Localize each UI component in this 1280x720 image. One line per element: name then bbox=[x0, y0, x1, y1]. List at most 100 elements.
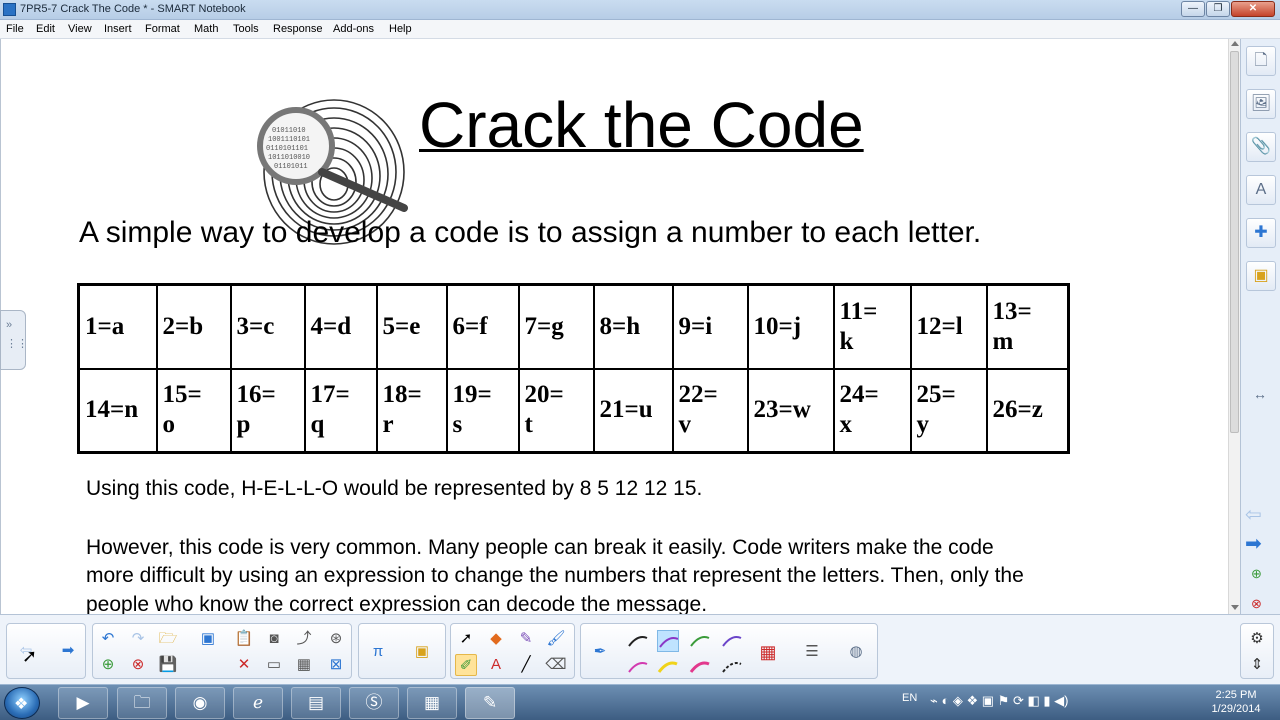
table-cell: 4=d bbox=[303, 283, 378, 370]
start-button[interactable]: ❖ bbox=[4, 687, 40, 719]
explanation-line-2[interactable]: more difficult by using an expression to… bbox=[86, 564, 1024, 588]
scroll-thumb[interactable] bbox=[1230, 51, 1239, 433]
response-tab[interactable]: ▣ bbox=[1246, 261, 1276, 291]
pen-style-black[interactable] bbox=[627, 630, 649, 652]
vertical-scrollbar[interactable] bbox=[1228, 39, 1240, 614]
explanation-line-1[interactable]: However, this code is very common. Many … bbox=[86, 536, 994, 560]
menu-tools[interactable]: Tools bbox=[233, 23, 259, 35]
example-paragraph[interactable]: Using this code, H-E-L-L-O would be repr… bbox=[86, 477, 702, 501]
minimize-button[interactable]: — bbox=[1181, 1, 1205, 17]
response-toolbar-icon[interactable]: ▣ bbox=[411, 641, 433, 663]
pen-style-dashed[interactable] bbox=[721, 656, 743, 678]
resize-arrows-icon[interactable]: ↔ bbox=[1253, 386, 1267, 402]
file-explorer-icon[interactable]: 🗀 bbox=[117, 687, 167, 719]
pen-style-green[interactable] bbox=[689, 630, 711, 652]
page-subtitle[interactable]: A simple way to develop a code is to ass… bbox=[79, 216, 981, 250]
menu-view[interactable]: View bbox=[68, 23, 92, 35]
undo-icon[interactable]: ↶ bbox=[97, 628, 119, 650]
table-icon[interactable]: ▦ bbox=[293, 654, 315, 676]
attachments-tab[interactable]: 📎 bbox=[1246, 132, 1276, 162]
line-icon[interactable]: ╱ bbox=[515, 654, 537, 676]
document-camera-app-icon[interactable]: ▦ bbox=[407, 687, 457, 719]
scroll-down-icon[interactable] bbox=[1231, 605, 1239, 610]
select-pointer-icon[interactable]: ➚ bbox=[455, 628, 477, 650]
screen-capture-icon[interactable]: ◙ bbox=[263, 628, 285, 650]
fill-icon[interactable]: 🖌 bbox=[545, 628, 567, 650]
menu-add-ons[interactable]: Add-ons bbox=[333, 23, 374, 35]
eraser-icon[interactable]: ⌫ bbox=[545, 654, 567, 676]
save-icon[interactable]: 💾 bbox=[157, 654, 179, 676]
menu-insert[interactable]: Insert bbox=[104, 23, 132, 35]
page-sorter-tab[interactable]: 🗋 bbox=[1246, 46, 1276, 76]
smart-notebook-task-icon[interactable]: ✎ bbox=[465, 687, 515, 719]
insert-shape-icon[interactable]: ⤴ bbox=[293, 628, 315, 650]
menu-response[interactable]: Response bbox=[273, 23, 323, 35]
delete-page-icon[interactable]: ⊗ bbox=[1251, 596, 1262, 612]
system-clock[interactable]: 2:25 PM 1/29/2014 bbox=[1206, 688, 1266, 716]
mouse-cursor-icon: ➚ bbox=[22, 646, 38, 666]
pen-style-blue-selected[interactable] bbox=[657, 630, 679, 652]
chrome-icon[interactable]: ◉ bbox=[175, 687, 225, 719]
menu-format[interactable]: Format bbox=[145, 23, 180, 35]
pen-style-magenta[interactable] bbox=[627, 656, 649, 678]
menu-edit[interactable]: Edit bbox=[36, 23, 55, 35]
table-row: 14=n 15= o 16= p 17= q 18= r 19= s 20= t… bbox=[77, 367, 1070, 454]
skype-icon[interactable]: Ⓢ bbox=[349, 687, 399, 719]
add-ons-tab[interactable]: ✚ bbox=[1246, 218, 1276, 248]
language-indicator[interactable]: EN bbox=[902, 692, 917, 704]
notebook-page[interactable]: 01011010 1001110101 0110101101 101101001… bbox=[0, 39, 1228, 614]
add-icon[interactable]: ⊕ bbox=[97, 654, 119, 676]
screen-shade-icon[interactable]: ▣ bbox=[197, 628, 219, 650]
media-player-icon[interactable]: ▶ bbox=[58, 687, 108, 719]
fill-effects-icon[interactable]: ◍ bbox=[845, 641, 867, 663]
explanation-line-3[interactable]: people who know the correct expression c… bbox=[86, 593, 707, 614]
table-cell: 8=h bbox=[592, 283, 674, 370]
letter-code-table[interactable]: 1=a 2=b 3=c 4=d 5=e 6=f 7=g 8=h 9=i 10=j… bbox=[77, 283, 1070, 454]
paste-icon[interactable]: 📋 bbox=[233, 628, 255, 650]
edit-group: ↶ ↷ 🗁 ▣ 📋 ◙ ⤴ ⊛ ⊕ ⊗ 💾 ✕ ▭ ▦ ⊠ bbox=[92, 623, 352, 679]
menu-file[interactable]: File bbox=[6, 23, 24, 35]
move-toolbar-icon[interactable]: ⇕ bbox=[1246, 654, 1268, 676]
pen-style-purple[interactable] bbox=[721, 630, 743, 652]
text-icon[interactable]: A bbox=[485, 654, 507, 676]
properties-tab[interactable]: A bbox=[1246, 175, 1276, 205]
open-folder-icon[interactable]: 🗁 bbox=[157, 628, 179, 650]
pen-style-yellow[interactable] bbox=[657, 656, 679, 678]
smart-notebook-app-icon[interactable] bbox=[3, 3, 16, 16]
page-title[interactable]: Crack the Code bbox=[419, 88, 864, 162]
tray-icons[interactable]: ⌁ ◐ ◈ ❖ ▣ ⚑ ⟳ ◧ ▮ ◀) bbox=[930, 693, 1068, 709]
maximize-button[interactable]: ❐ bbox=[1206, 1, 1230, 17]
side-panel-handle[interactable]: » ⋮⋮ bbox=[0, 310, 28, 370]
line-style-icon[interactable]: ☰ bbox=[801, 641, 823, 663]
internet-explorer-icon[interactable]: ℯ bbox=[233, 687, 283, 719]
forward-icon[interactable]: ➡ bbox=[57, 640, 79, 662]
smart-tools-icon[interactable]: ▤ bbox=[291, 687, 341, 719]
title-bar: 7PR5-7 Crack The Code * - SMART Notebook… bbox=[0, 0, 1280, 20]
table-cell: 24= x bbox=[832, 367, 912, 454]
windows-logo-icon: ❖ bbox=[14, 696, 29, 713]
gallery-tab[interactable]: 🖼 bbox=[1246, 89, 1276, 119]
pen-style-pink[interactable] bbox=[689, 656, 711, 678]
clear-icon[interactable]: ✕ bbox=[233, 654, 255, 676]
gallery-icon: 🖼 bbox=[1250, 95, 1272, 112]
menu-help[interactable]: Help bbox=[389, 23, 412, 35]
add-page-icon[interactable]: ⊕ bbox=[1251, 566, 1262, 582]
pen-icon[interactable]: ✒ bbox=[589, 641, 611, 663]
redo-icon[interactable]: ↷ bbox=[127, 628, 149, 650]
delete-icon[interactable]: ⊗ bbox=[127, 654, 149, 676]
next-page-icon[interactable]: ➡ bbox=[1245, 531, 1262, 556]
menu-math[interactable]: Math bbox=[194, 23, 218, 35]
math-tools-icon[interactable]: π bbox=[367, 641, 389, 663]
scroll-up-icon[interactable] bbox=[1231, 41, 1239, 46]
pens-icon[interactable]: ✐ bbox=[455, 654, 477, 676]
close-button[interactable]: ✕ bbox=[1231, 1, 1275, 17]
document-camera-icon[interactable]: ⊛ bbox=[325, 628, 347, 650]
previous-page-icon[interactable]: ⇦ bbox=[1245, 502, 1262, 527]
close-box-icon[interactable]: ⊠ bbox=[325, 654, 347, 676]
gear-icon[interactable]: ⚙ bbox=[1246, 628, 1268, 650]
shapes-icon[interactable]: ◆ bbox=[485, 628, 507, 650]
full-screen-icon[interactable]: ▭ bbox=[263, 654, 285, 676]
color-palette-icon[interactable]: ▦ bbox=[757, 641, 779, 663]
chevron-right-icon: » bbox=[6, 319, 13, 331]
magic-pen-icon[interactable]: ✎ bbox=[515, 628, 537, 650]
